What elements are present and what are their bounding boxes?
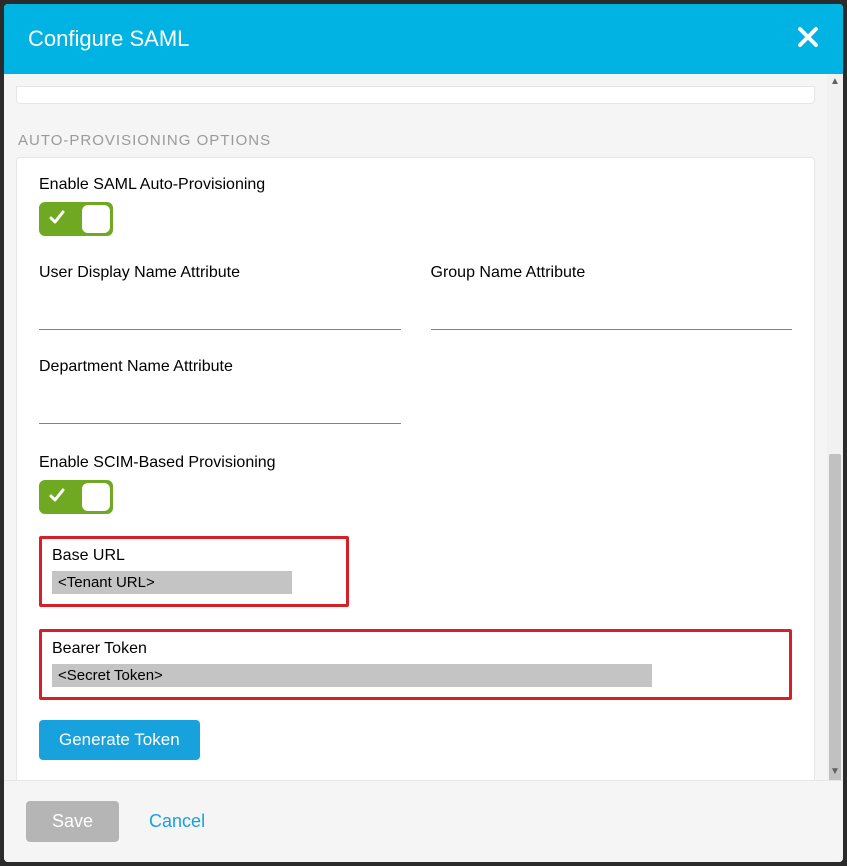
user-display-name-input[interactable] [39,296,401,330]
group-name-input[interactable] [431,296,793,330]
scroll-up-icon[interactable]: ▲ [827,74,843,90]
close-icon[interactable] [797,24,819,54]
department-name-input[interactable] [39,390,401,424]
enable-scim-label: Enable SCIM-Based Provisioning [39,454,792,472]
enable-saml-toggle[interactable] [39,202,113,236]
check-icon [42,208,72,231]
check-icon [42,486,72,509]
previous-panel-stub [16,86,815,104]
user-display-name-label: User Display Name Attribute [39,264,401,282]
generate-token-button[interactable]: Generate Token [39,720,200,760]
group-name-label: Group Name Attribute [431,264,793,282]
configure-saml-modal: Configure SAML AUTO-PROVISIONING OPTIONS… [4,4,843,862]
base-url-value[interactable]: <Tenant URL> [52,571,292,594]
auto-provisioning-panel: Enable SAML Auto-Provisioning User Displ… [16,157,815,780]
department-name-label: Department Name Attribute [39,358,401,376]
base-url-highlight: Base URL <Tenant URL> [39,536,349,607]
enable-scim-toggle[interactable] [39,480,113,514]
base-url-label: Base URL [52,547,336,565]
modal-body: AUTO-PROVISIONING OPTIONS Enable SAML Au… [4,74,827,780]
modal-title: Configure SAML [28,26,189,52]
scrollbar[interactable]: ▲ ▼ [827,74,843,780]
modal-footer: Save Cancel [4,780,843,862]
bearer-token-value[interactable]: <Secret Token> [52,664,652,687]
toggle-knob [82,205,110,233]
save-button[interactable]: Save [26,801,119,842]
scroll-thumb[interactable] [829,454,841,780]
bearer-token-label: Bearer Token [52,640,779,658]
toggle-knob [82,483,110,511]
enable-saml-label: Enable SAML Auto-Provisioning [39,176,792,194]
modal-header: Configure SAML [4,4,843,74]
scroll-down-icon[interactable]: ▼ [827,764,843,780]
bearer-token-highlight: Bearer Token <Secret Token> [39,629,792,700]
cancel-button[interactable]: Cancel [149,811,205,832]
section-title: AUTO-PROVISIONING OPTIONS [16,132,815,149]
